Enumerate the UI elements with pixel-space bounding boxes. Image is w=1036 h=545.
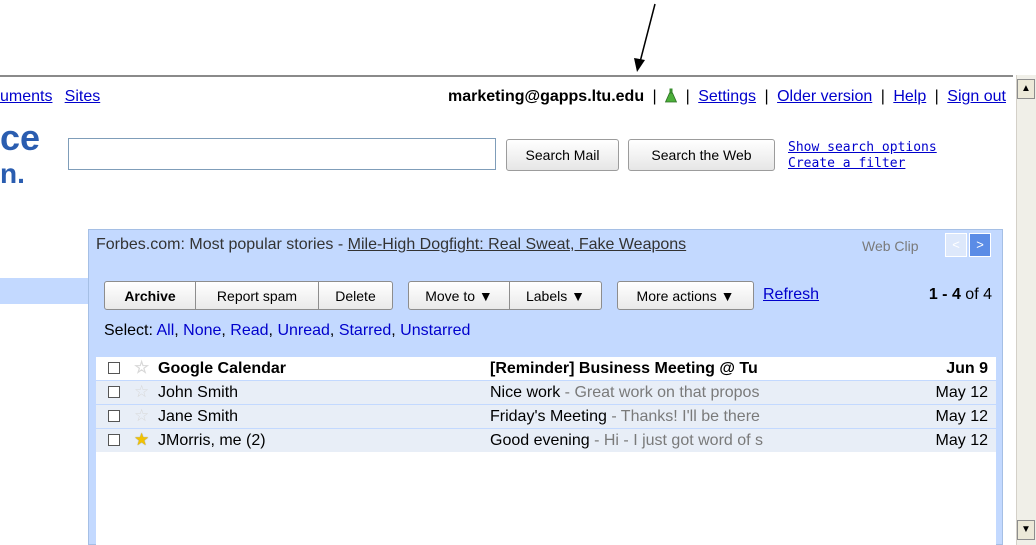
account-email: marketing@gapps.ltu.edu	[448, 88, 645, 105]
subject-text: Good evening	[490, 432, 590, 449]
report-spam-button[interactable]: Report spam	[195, 281, 319, 310]
star-icon[interactable]: ☆	[134, 404, 149, 427]
scroll-down-button[interactable]: ▼	[1017, 520, 1035, 540]
sign-out-link[interactable]: Sign out	[947, 88, 1006, 105]
web-clip-prev-button[interactable]: <	[945, 233, 967, 257]
web-clip: Forbes.com: Most popular stories - Mile-…	[96, 236, 686, 254]
select-bar: Select: All, None, Read, Unread, Starred…	[104, 322, 471, 339]
message-sender: Google Calendar	[158, 360, 287, 377]
labels-dropdown[interactable]: Labels ▼	[509, 281, 602, 310]
delete-button[interactable]: Delete	[318, 281, 393, 310]
message-total: 4	[983, 286, 992, 303]
checkbox-icon[interactable]	[108, 434, 120, 446]
message-subject[interactable]: Nice work - Great work on that propos	[490, 381, 825, 404]
labs-flask-icon[interactable]	[665, 88, 678, 103]
message-sender: JMorris, me (2)	[158, 432, 266, 449]
select-unstarred[interactable]: Unstarred	[400, 322, 470, 339]
select-read[interactable]: Read	[230, 322, 268, 339]
archive-button[interactable]: Archive	[104, 281, 196, 310]
separator: |	[685, 88, 690, 105]
web-clip-source: Forbes.com: Most popular stories -	[96, 236, 348, 253]
more-actions-dropdown[interactable]: More actions ▼	[617, 281, 754, 310]
settings-link[interactable]: Settings	[698, 88, 756, 105]
star-icon[interactable]: ★	[134, 428, 149, 451]
web-clip-next-button[interactable]: >	[969, 233, 991, 257]
message-date: May 12	[935, 384, 988, 401]
help-link[interactable]: Help	[893, 88, 926, 105]
message-date: May 12	[935, 408, 988, 425]
select-none[interactable]: None	[183, 322, 221, 339]
separator: |	[880, 88, 885, 105]
message-row[interactable]: ☆ Jane Smith Friday's Meeting - Thanks! …	[96, 404, 996, 428]
sites-link[interactable]: Sites	[65, 88, 101, 105]
star-icon[interactable]: ☆	[134, 380, 149, 403]
scroll-up-button[interactable]: ▲	[1017, 79, 1035, 99]
message-snippet: - Hi - I just got word of s	[589, 432, 764, 449]
message-row[interactable]: ☆ Google Calendar [Reminder] Business Me…	[96, 356, 996, 380]
subject-text: [Reminder] Business Meeting @ Tu	[490, 360, 758, 377]
search-mail-button[interactable]: Search Mail	[506, 139, 619, 171]
message-sender: John Smith	[158, 384, 239, 401]
message-subject[interactable]: Good evening - Hi - I just got word of s	[490, 429, 825, 452]
separator: |	[652, 88, 657, 105]
documents-link[interactable]: uments	[0, 88, 52, 105]
message-date: May 12	[935, 432, 988, 449]
logo-fragment-top: ce	[0, 117, 41, 158]
checkbox-icon[interactable]	[108, 386, 120, 398]
search-options-links: Show search options Create a filter	[788, 140, 937, 172]
select-starred[interactable]: Starred	[339, 322, 391, 339]
subject-text: Nice work	[490, 384, 561, 401]
checkbox-icon[interactable]	[108, 410, 120, 422]
message-list: ☆ Google Calendar [Reminder] Business Me…	[96, 356, 996, 545]
vertical-scrollbar[interactable]	[1016, 75, 1036, 545]
message-sender: Jane Smith	[158, 408, 239, 425]
message-subject[interactable]: [Reminder] Business Meeting @ Tu	[490, 357, 825, 380]
star-icon[interactable]: ☆	[134, 356, 149, 379]
search-input[interactable]	[68, 138, 496, 170]
message-date: Jun 9	[946, 360, 988, 377]
search-web-button[interactable]: Search the Web	[628, 139, 775, 171]
select-label: Select:	[104, 322, 157, 339]
message-row[interactable]: ★ JMorris, me (2) Good evening - Hi - I …	[96, 428, 996, 452]
message-range: 1 - 4	[928, 286, 961, 303]
checkbox-icon[interactable]	[108, 362, 120, 374]
message-subject[interactable]: Friday's Meeting - Thanks! I'll be there	[490, 405, 825, 428]
web-clip-label: Web Clip	[862, 238, 919, 254]
older-version-link[interactable]: Older version	[777, 88, 872, 105]
message-row[interactable]: ☆ John Smith Nice work - Great work on t…	[96, 380, 996, 404]
user-bar: marketing@gapps.ltu.edu | | Settings | O…	[448, 88, 1006, 106]
message-snippet: - Great work on that propos	[560, 384, 760, 401]
annotation-arrow	[634, 3, 656, 72]
top-nav-links: uments Sites	[0, 88, 108, 106]
show-search-options-link[interactable]: Show search options	[788, 140, 937, 156]
select-unread[interactable]: Unread	[277, 322, 329, 339]
message-count-of: of	[965, 286, 979, 303]
refresh-link[interactable]: Refresh	[763, 286, 819, 304]
message-snippet: - Thanks! I'll be there	[606, 408, 760, 425]
create-filter-link[interactable]: Create a filter	[788, 156, 937, 172]
web-clip-headline-link[interactable]: Mile-High Dogfight: Real Sweat, Fake Wea…	[348, 236, 687, 253]
message-count: 1 - 4 of 4	[929, 286, 992, 304]
move-to-dropdown[interactable]: Move to ▼	[408, 281, 510, 310]
logo-fragment-bottom: n.	[0, 158, 25, 189]
subject-text: Friday's Meeting	[490, 408, 607, 425]
select-all[interactable]: All	[156, 322, 174, 339]
sidebar-selected-strip[interactable]	[0, 278, 88, 304]
browser-frame-border	[0, 75, 1013, 77]
separator: |	[764, 88, 769, 105]
separator: |	[934, 88, 939, 105]
